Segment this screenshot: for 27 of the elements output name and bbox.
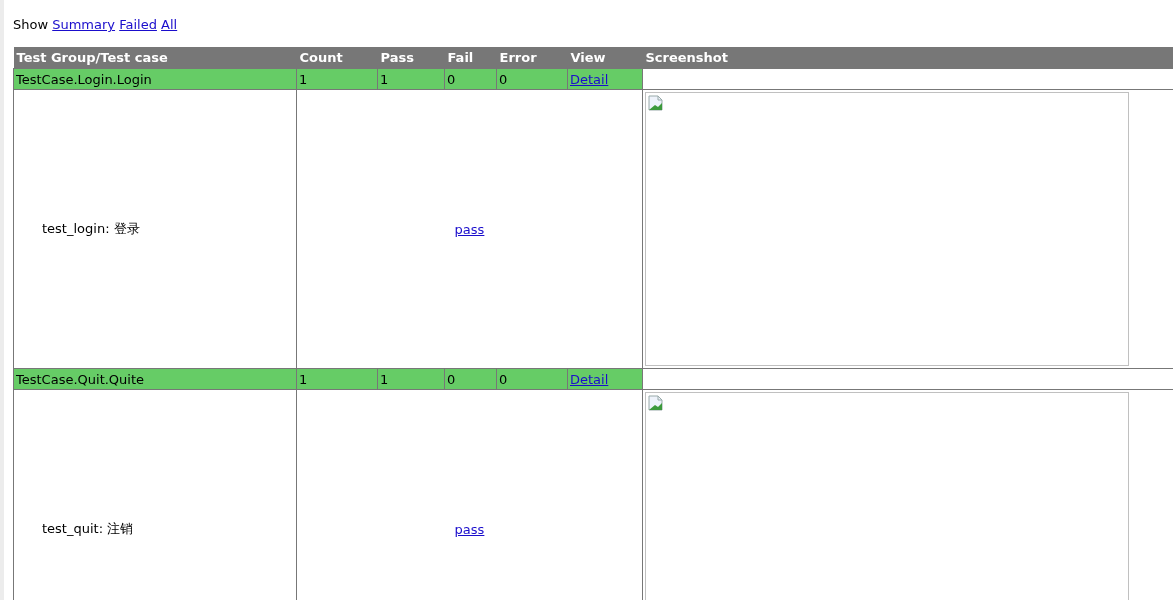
count-value: 1: [299, 71, 308, 87]
group-name: TestCase.Quit.Quite: [16, 371, 145, 387]
count-value: 1: [299, 371, 308, 387]
count-value: 0: [447, 371, 456, 387]
count-value: 0: [499, 71, 508, 87]
column-header: Count: [296, 47, 378, 69]
test-name: test_login: 登录: [42, 221, 140, 236]
count-value: 1: [380, 71, 389, 87]
broken-image-icon: [648, 95, 664, 111]
column-header: Test Group/Test case: [13, 47, 297, 69]
count-value: 0: [447, 71, 456, 87]
broken-image-icon: [648, 395, 664, 411]
column-header: Error: [496, 47, 568, 69]
test-name: test_quit: 注销: [42, 521, 134, 536]
filter-link[interactable]: Failed: [119, 17, 157, 32]
column-header: Pass: [377, 47, 445, 69]
count-value: 1: [380, 371, 389, 387]
column-header: Fail: [444, 47, 497, 69]
show-label: Show: [13, 17, 49, 32]
group-name: TestCase.Login.Login: [16, 71, 152, 87]
filter-link[interactable]: Summary: [52, 17, 116, 32]
result-link[interactable]: pass: [454, 521, 485, 537]
filter-link[interactable]: All: [161, 17, 178, 32]
result-link[interactable]: pass: [454, 221, 485, 237]
column-header: View: [567, 47, 643, 69]
count-value: 0: [499, 371, 508, 387]
column-header: Screenshot: [642, 47, 1173, 69]
